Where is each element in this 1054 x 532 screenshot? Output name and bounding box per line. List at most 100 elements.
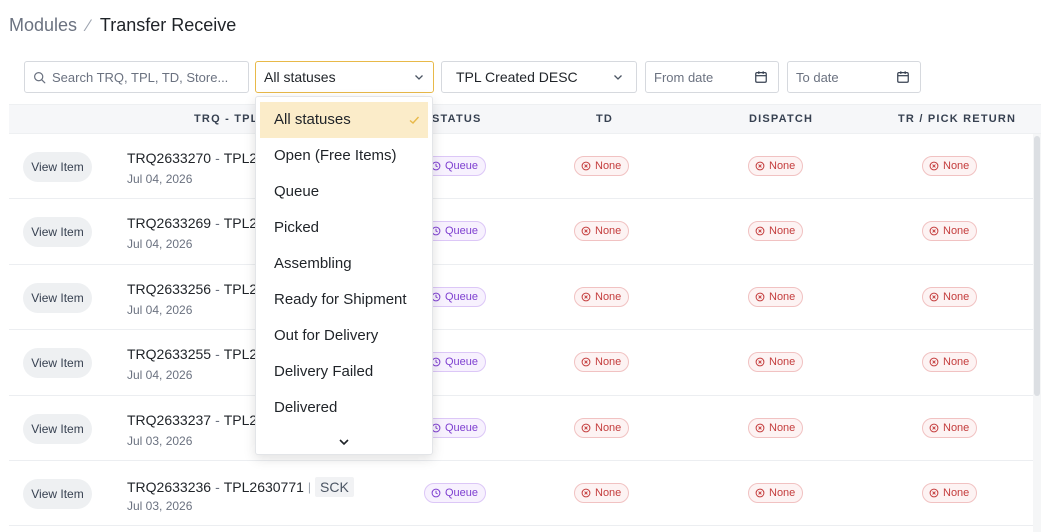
status-option-all[interactable]: All statuses — [260, 102, 428, 138]
row-title: TRQ2633236- TPL2630771 | SCK — [127, 476, 354, 497]
td-badge: None — [574, 352, 630, 373]
status-option-delivery-failed[interactable]: Delivery Failed — [256, 354, 432, 390]
column-header-td[interactable]: TD — [596, 113, 613, 125]
status-option-delivered[interactable]: Delivered — [256, 390, 432, 426]
calendar-icon[interactable] — [896, 70, 910, 84]
status-option-picked[interactable]: Picked — [256, 210, 432, 246]
search-box[interactable] — [24, 61, 249, 93]
separator-dash: - — [215, 280, 220, 297]
status-option-open[interactable]: Open (Free Items) — [256, 138, 432, 174]
view-item-button[interactable]: View Item — [23, 282, 92, 313]
status-badge: Queue — [424, 417, 487, 438]
status-badge-label: Queue — [445, 160, 479, 172]
row-date: Jul 03, 2026 — [127, 498, 193, 513]
return-badge-label: None — [943, 356, 970, 369]
from-date-field[interactable]: From date — [645, 61, 779, 93]
dispatch-badge: None — [748, 286, 804, 307]
column-header-status[interactable]: STATUS — [432, 113, 482, 125]
sort-select[interactable]: TPL Created DESC — [441, 61, 637, 93]
trq-number[interactable]: TRQ2633255 — [127, 346, 211, 362]
column-header-trq-tpl[interactable]: TRQ - TPL — [194, 113, 259, 125]
status-badge: Queue — [424, 482, 487, 503]
return-badge: None — [922, 156, 978, 176]
column-header-return[interactable]: TR / PICK RETURN — [898, 113, 1016, 125]
breadcrumb-separator: ⁄ — [87, 15, 90, 35]
row-date: Jul 04, 2026 — [127, 237, 193, 252]
row-title: TRQ2633269- TPL26 — [127, 215, 265, 231]
dispatch-badge-label: None — [769, 421, 796, 434]
row-date: Jul 04, 2026 — [127, 302, 193, 317]
row-title: TRQ2633256- TPL26 — [127, 281, 265, 297]
breadcrumb-modules-link[interactable]: Modules — [9, 15, 77, 36]
view-item-button[interactable]: View Item — [23, 413, 92, 444]
status-option-ready-for-shipment[interactable]: Ready for Shipment — [256, 282, 432, 318]
x-circle-icon — [929, 226, 939, 236]
breadcrumb: Modules ⁄ Transfer Receive — [9, 15, 236, 36]
status-option-queue[interactable]: Queue — [256, 174, 432, 210]
td-badge: None — [574, 417, 630, 438]
td-badge: None — [574, 482, 630, 503]
status-badge: Queue — [424, 221, 487, 242]
status-badge: Queue — [424, 352, 487, 373]
status-badge: Queue — [424, 156, 487, 176]
separator-dash: - — [215, 346, 220, 363]
status-select[interactable]: All statuses — [255, 61, 434, 93]
x-circle-icon — [929, 161, 939, 171]
trq-number[interactable]: TRQ2633256 — [127, 281, 211, 297]
x-circle-icon — [581, 226, 591, 236]
dispatch-badge: None — [748, 417, 804, 438]
table-row: View Item TRQ2633237- TPL26 Jul 03, 2026 … — [9, 396, 1041, 461]
status-select-value: All statuses — [264, 69, 336, 85]
table-row: View Item TRQ2633270- TPL26 Jul 04, 2026 … — [9, 134, 1041, 200]
table-row: View Item TRQ2633256- TPL26 Jul 04, 2026 … — [9, 265, 1041, 331]
td-badge-label: None — [595, 160, 622, 172]
x-circle-icon — [755, 488, 765, 498]
row-date: Jul 04, 2026 — [127, 172, 193, 186]
trq-number[interactable]: TRQ2633237 — [127, 412, 211, 428]
calendar-icon[interactable] — [754, 70, 768, 84]
view-item-button[interactable]: View Item — [23, 348, 92, 379]
from-date-placeholder: From date — [654, 69, 714, 85]
check-icon — [408, 102, 420, 138]
table-body: View Item TRQ2633270- TPL26 Jul 04, 2026 … — [9, 134, 1041, 527]
view-item-button[interactable]: View Item — [23, 217, 92, 248]
row-title: TRQ2633255- TPL26 — [127, 346, 265, 362]
table-scrollbar-thumb[interactable] — [1034, 136, 1040, 396]
sort-select-value: TPL Created DESC — [456, 69, 578, 85]
x-circle-icon — [929, 357, 939, 367]
row-title: TRQ2633270- TPL26 — [127, 150, 265, 166]
dispatch-badge-label: None — [769, 356, 796, 369]
status-option-out-for-delivery[interactable]: Out for Delivery — [256, 318, 432, 354]
return-badge: None — [922, 482, 978, 503]
row-date: Jul 03, 2026 — [127, 433, 193, 448]
separator-dash: - — [215, 215, 220, 232]
x-circle-icon — [755, 292, 765, 302]
status-option-label: All statuses — [274, 111, 351, 128]
trq-number[interactable]: TRQ2633236 — [127, 479, 211, 495]
x-circle-icon — [755, 423, 765, 432]
view-item-button[interactable]: View Item — [23, 152, 92, 182]
table-row: View Item TRQ2633269- TPL26 Jul 04, 2026 … — [9, 199, 1041, 265]
search-input[interactable] — [52, 69, 242, 85]
td-badge: None — [574, 286, 630, 307]
clock-icon — [431, 488, 441, 498]
column-header-dispatch[interactable]: DISPATCH — [749, 113, 813, 125]
view-item-button[interactable]: View Item — [23, 478, 92, 509]
dispatch-badge-label: None — [769, 486, 796, 499]
status-option-assembling[interactable]: Assembling — [256, 246, 432, 282]
scroll-more-chevron-icon[interactable] — [256, 434, 432, 448]
row-date: Jul 04, 2026 — [127, 368, 193, 383]
table-row: View Item TRQ2633236- TPL2630771 | SCK Jul … — [9, 461, 1041, 527]
status-badge-label: Queue — [445, 225, 479, 238]
status-badge-label: Queue — [445, 421, 479, 434]
trq-number[interactable]: TRQ2633270 — [127, 150, 211, 166]
td-badge-label: None — [595, 486, 622, 499]
to-date-field[interactable]: To date — [787, 61, 921, 93]
x-circle-icon — [581, 423, 591, 432]
td-badge-label: None — [595, 421, 622, 434]
trq-number[interactable]: TRQ2633269 — [127, 215, 211, 231]
tpl-number[interactable]: TPL2630771 — [224, 479, 304, 495]
status-badge-label: Queue — [445, 356, 479, 369]
status-badge-label: Queue — [445, 486, 479, 499]
return-badge: None — [922, 221, 978, 242]
